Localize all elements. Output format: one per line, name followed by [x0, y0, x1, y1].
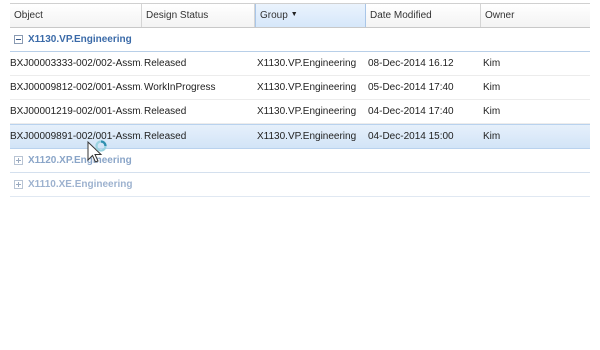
group-label: X1110.XE.Engineering — [28, 179, 133, 190]
cell-owner: Kim — [483, 58, 501, 69]
cell-object: BXJ00009891-002/001-Assm... — [10, 131, 142, 142]
minus-box-icon[interactable] — [14, 35, 23, 44]
column-header-object[interactable]: Object — [10, 4, 142, 27]
cell-design-status: WorkInProgress — [144, 82, 216, 93]
cell-owner: Kim — [483, 106, 501, 117]
cell-group: X1130.VP.Engineering — [257, 82, 357, 93]
cell-design-status: Released — [144, 58, 187, 69]
column-header-date-modified[interactable]: Date Modified — [366, 4, 481, 27]
column-header-design-status[interactable]: Design Status — [142, 4, 255, 27]
table-row[interactable]: BXJ00003333-002/002-Assm... Released X11… — [10, 52, 590, 76]
column-header-group[interactable]: Group ▼ — [255, 4, 366, 27]
cell-design-status: Released — [144, 131, 187, 142]
column-header-object-label: Object — [14, 10, 43, 21]
cell-object: BXJ00003333-002/002-Assm... — [10, 58, 142, 69]
cell-object: BXJ00001219-002/001-Assm... — [10, 106, 142, 117]
cell-date-modified: 08-Dec-2014 16.12 — [368, 58, 454, 69]
group-label: X1130.VP.Engineering — [28, 34, 132, 45]
cell-date-modified: 04-Dec-2014 17:40 — [368, 106, 454, 117]
column-header-group-label: Group — [260, 10, 288, 21]
plus-box-icon[interactable] — [14, 156, 23, 165]
column-header-owner-label: Owner — [485, 10, 515, 21]
table-row[interactable]: BXJ00009812-002/001-Assm... WorkInProgre… — [10, 76, 590, 100]
cell-group: X1130.VP.Engineering — [257, 58, 357, 69]
column-header-design-status-label: Design Status — [146, 10, 209, 21]
cell-owner: Kim — [483, 82, 501, 93]
cell-date-modified: 05-Dec-2014 17:40 — [368, 82, 454, 93]
cell-group: X1130.VP.Engineering — [257, 106, 357, 117]
table-row[interactable]: BXJ00001219-002/001-Assm... Released X11… — [10, 100, 590, 124]
group-label: X1120.XP.Engineering — [28, 155, 132, 166]
cell-object: BXJ00009812-002/001-Assm... — [10, 82, 142, 93]
busy-pointer-icon — [87, 140, 107, 163]
data-grid: Object Design Status Group ▼ Date Modifie… — [10, 3, 590, 197]
cell-group: X1130.VP.Engineering — [257, 131, 357, 142]
column-header-owner[interactable]: Owner — [481, 4, 590, 27]
grid-header: Object Design Status Group ▼ Date Modifie… — [10, 3, 590, 28]
group-row-x1110[interactable]: X1110.XE.Engineering — [10, 173, 590, 197]
sort-descending-icon[interactable]: ▼ — [291, 11, 298, 18]
plus-box-icon[interactable] — [14, 180, 23, 189]
cell-owner: Kim — [483, 131, 501, 142]
cell-date-modified: 04-Dec-2014 15:00 — [368, 131, 454, 142]
column-header-date-modified-label: Date Modified — [370, 10, 432, 21]
cell-design-status: Released — [144, 106, 187, 117]
group-row-x1130[interactable]: X1130.VP.Engineering — [10, 28, 590, 52]
